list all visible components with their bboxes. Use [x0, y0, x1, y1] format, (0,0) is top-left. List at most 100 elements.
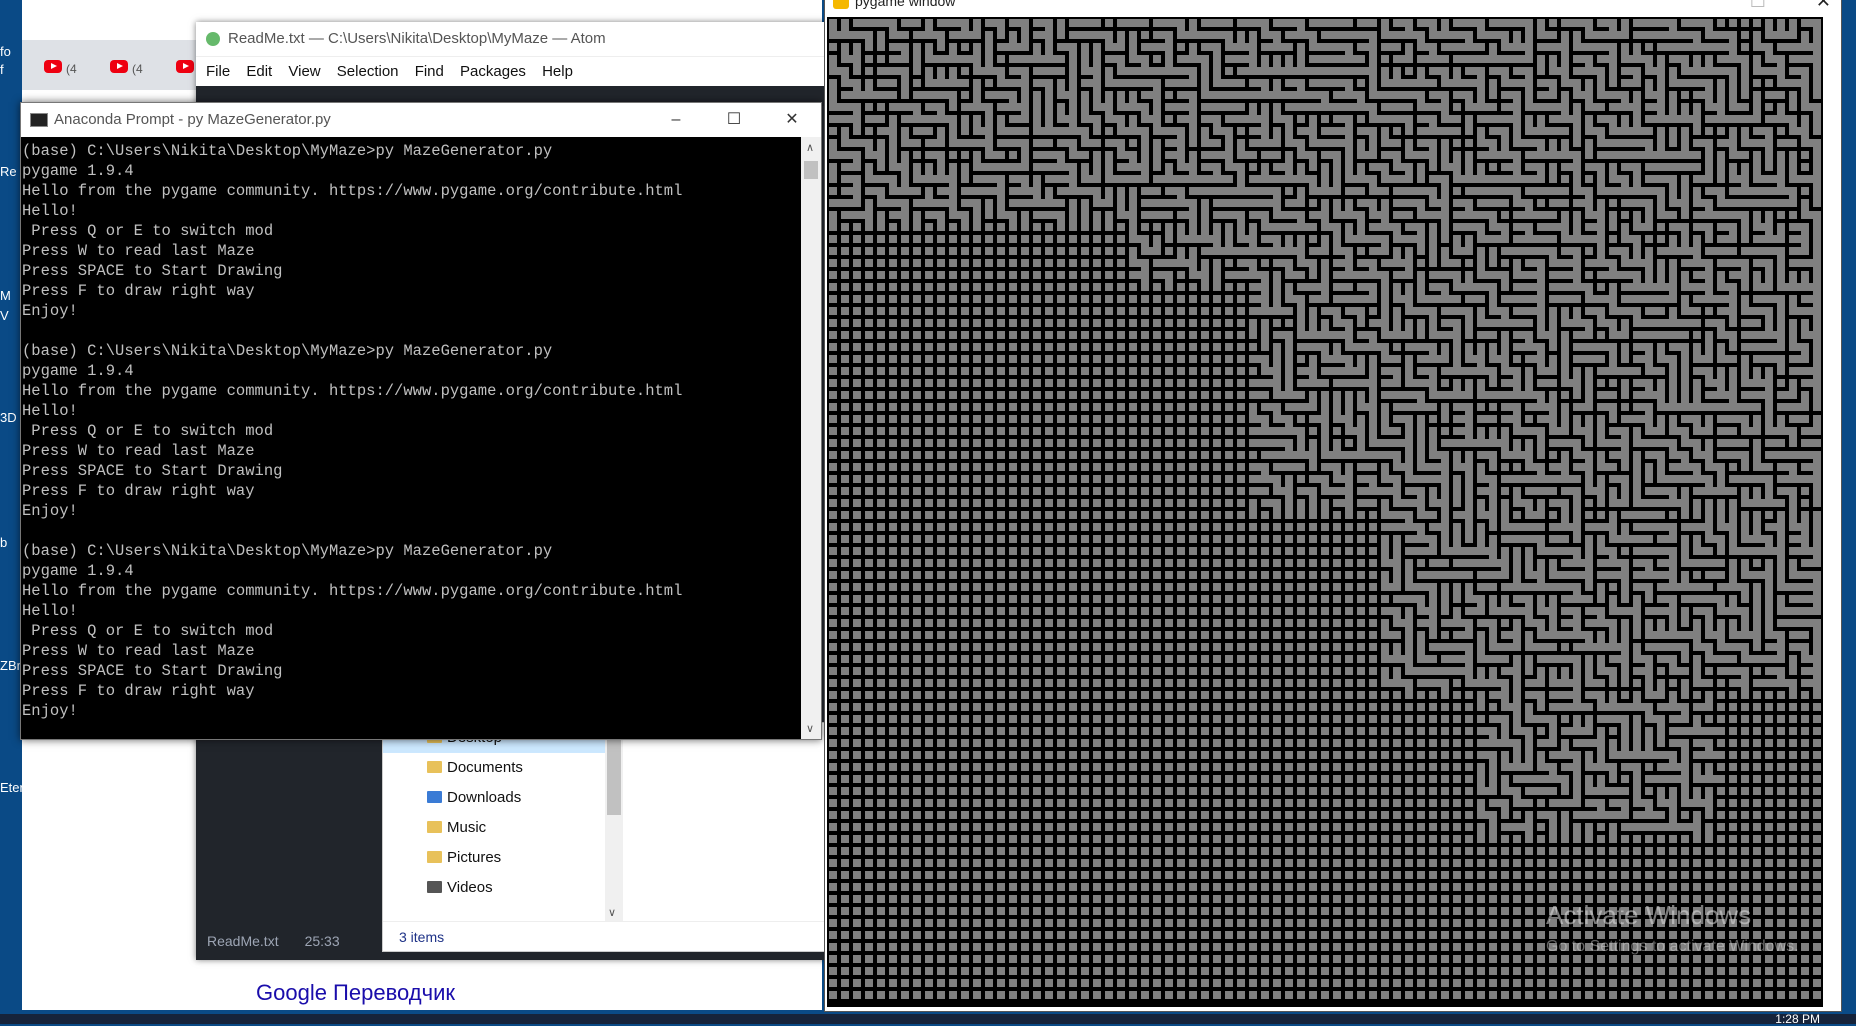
maze-cell	[1261, 391, 1269, 399]
maze-cell	[1717, 571, 1725, 579]
maze-cell	[925, 655, 933, 663]
pygame-title-bar[interactable]: pygame window ☐✕	[825, 0, 1841, 17]
maze-cell	[1165, 631, 1173, 639]
explorer-item-downloads[interactable]: Downloads	[383, 783, 605, 813]
maze-cell	[901, 667, 909, 675]
maze-canvas[interactable]	[827, 17, 1823, 1007]
maze-cell	[1489, 403, 1497, 411]
prompt-title-bar[interactable]: Anaconda Prompt - py MazeGenerator.py –☐…	[21, 103, 821, 137]
explorer-scrollbar[interactable]: ∨	[605, 723, 623, 921]
maze-cell	[1249, 643, 1257, 651]
maze-cell	[925, 499, 933, 507]
maze-cell	[1153, 187, 1161, 195]
maze-cell	[1549, 643, 1557, 651]
maze-cell	[841, 283, 849, 291]
maze-cell	[1249, 451, 1257, 459]
console-output[interactable]: (base) C:\Users\Nikita\Desktop\MyMaze>py…	[21, 137, 800, 739]
close-button[interactable]: ✕	[1816, 0, 1831, 11]
maze-cell	[1141, 691, 1149, 699]
explorer-item-videos[interactable]: Videos	[383, 873, 605, 903]
menu-view[interactable]: View	[286, 63, 322, 80]
maze-cell	[1093, 595, 1101, 603]
browser-tab[interactable]: (4	[38, 52, 98, 82]
maze-cell	[1345, 583, 1353, 591]
maze-cell	[1009, 547, 1017, 555]
maze-cell	[1549, 235, 1557, 243]
maze-cell	[841, 643, 849, 651]
maximize-button[interactable]: ☐	[705, 103, 763, 137]
explorer-item-pictures[interactable]: Pictures	[383, 843, 605, 873]
atom-title-bar[interactable]: ReadMe.txt — C:\Users\Nikita\Desktop\MyM…	[196, 22, 828, 56]
scrollbar-thumb[interactable]	[804, 161, 818, 179]
maze-cell	[877, 487, 885, 495]
close-button[interactable]: ✕	[763, 103, 821, 137]
maze-cell	[1153, 475, 1161, 483]
maze-cell	[1057, 307, 1065, 315]
maze-cell	[1045, 427, 1053, 435]
maze-cell	[1597, 283, 1605, 291]
maze-cell	[1009, 631, 1017, 639]
maximize-button[interactable]: ☐	[1750, 0, 1766, 11]
maze-cell	[877, 571, 885, 579]
maze-cell	[1093, 691, 1101, 699]
chevron-up-icon[interactable]: ∧	[806, 141, 814, 154]
maze-cell	[1585, 703, 1593, 711]
maze-cell	[985, 631, 993, 639]
maze-cell	[889, 667, 897, 675]
explorer-item-documents[interactable]: Documents	[383, 753, 605, 783]
maze-cell	[1237, 127, 1245, 135]
maze-cell	[853, 271, 861, 279]
maze-cell	[937, 667, 945, 675]
console-line: Hello!	[22, 201, 800, 221]
maze-cell	[1549, 379, 1557, 387]
maze-cell	[1537, 679, 1545, 687]
maze-cell	[1141, 283, 1149, 291]
maze-cell	[1213, 463, 1221, 471]
maze-cell	[1381, 55, 1389, 63]
maze-cell	[829, 307, 837, 315]
maze-cell	[1429, 691, 1437, 699]
browser-tab[interactable]: (4	[104, 52, 164, 82]
maze-cell	[1333, 427, 1341, 435]
maze-cell	[913, 715, 921, 723]
chevron-down-icon[interactable]: ∨	[608, 906, 616, 919]
maze-cell	[1309, 403, 1317, 411]
maze-cell	[889, 655, 897, 663]
status-cursor-position[interactable]: 25:33	[305, 933, 340, 949]
menu-find[interactable]: Find	[413, 63, 446, 80]
scrollbar-thumb[interactable]	[607, 731, 621, 815]
maze-cell	[1537, 451, 1545, 459]
maze-cell	[1189, 595, 1197, 603]
maze-cell	[1525, 55, 1533, 63]
maze-cell	[997, 667, 1005, 675]
chevron-down-icon[interactable]: ∨	[806, 722, 814, 735]
maze-cell	[1369, 607, 1377, 615]
menu-file[interactable]: File	[204, 63, 232, 80]
console-scrollbar[interactable]: ∧ ∨	[801, 137, 821, 739]
maze-cell	[1021, 523, 1029, 531]
minimize-button[interactable]: –	[647, 103, 705, 137]
menu-edit[interactable]: Edit	[244, 63, 274, 80]
menu-selection[interactable]: Selection	[335, 63, 401, 80]
google-translate-link[interactable]: Google Переводчик	[256, 980, 455, 1006]
maze-cell	[1453, 139, 1461, 147]
maze-cell	[937, 535, 945, 543]
maze-cell	[1093, 247, 1101, 255]
status-file-name[interactable]: ReadMe.txt	[207, 933, 279, 949]
maze-cell	[853, 643, 861, 651]
maze-cell	[1201, 295, 1209, 303]
menu-help[interactable]: Help	[540, 63, 575, 80]
maze-cell	[1009, 427, 1017, 435]
explorer-item-music[interactable]: Music	[383, 813, 605, 843]
maze-cell	[1549, 91, 1557, 99]
maze-cell	[889, 475, 897, 483]
maze-cell	[1321, 583, 1329, 591]
maze-cell	[1129, 547, 1137, 555]
maze-cell	[1069, 283, 1077, 291]
maze-cell	[1081, 691, 1089, 699]
maze-cell	[1141, 223, 1149, 231]
maze-cell	[997, 583, 1005, 591]
desktop-label: M	[0, 288, 11, 303]
menu-packages[interactable]: Packages	[458, 63, 528, 80]
maze-cell	[1369, 463, 1377, 471]
